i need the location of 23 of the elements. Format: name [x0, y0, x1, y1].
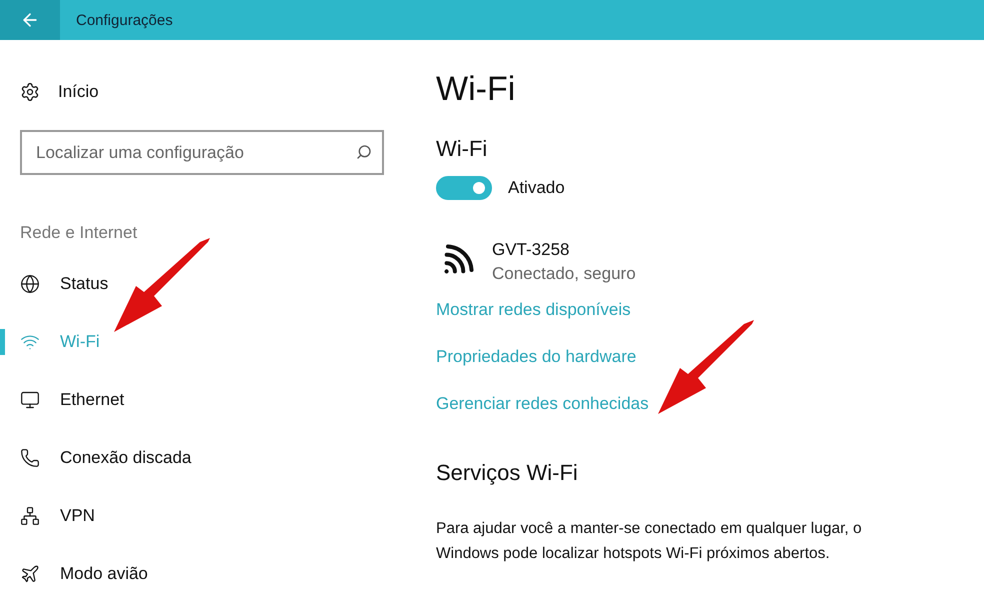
nav-item[interactable]: Status: [0, 255, 400, 313]
network-status: Conectado, seguro: [492, 264, 636, 284]
selection-indicator: [0, 329, 5, 355]
toggle-switch[interactable]: [436, 176, 492, 200]
toggle-label: Ativado: [508, 178, 565, 198]
globe-icon: [20, 274, 40, 294]
search-icon: [356, 144, 372, 160]
section-heading: Rede e Internet: [19, 222, 138, 244]
window-title: Configurações: [76, 12, 173, 28]
network-name: GVT-3258: [492, 240, 570, 260]
airplane-icon: [20, 564, 40, 584]
section-heading: Serviços Wi-Fi: [436, 460, 579, 486]
home-link[interactable]: Início: [58, 82, 99, 102]
nav-item[interactable]: Conexão discada: [0, 429, 400, 487]
section-heading: Wi-Fi: [436, 136, 488, 162]
page-title: Wi-Fi: [436, 70, 516, 110]
search-field[interactable]: Localizar uma configuração: [20, 130, 384, 175]
nav-item[interactable]: Ethernet: [0, 371, 400, 429]
back-button[interactable]: [0, 0, 60, 40]
nav-item[interactable]: Modo avião: [0, 545, 400, 595]
settings-icon: [20, 82, 40, 102]
nav-item[interactable]: VPN: [0, 487, 400, 545]
description-text: Para ajudar você a manter-se conectado em qualquer lugar, o Windows pode localizar hotspots Wi-Fi próximos abertos.: [436, 519, 863, 564]
